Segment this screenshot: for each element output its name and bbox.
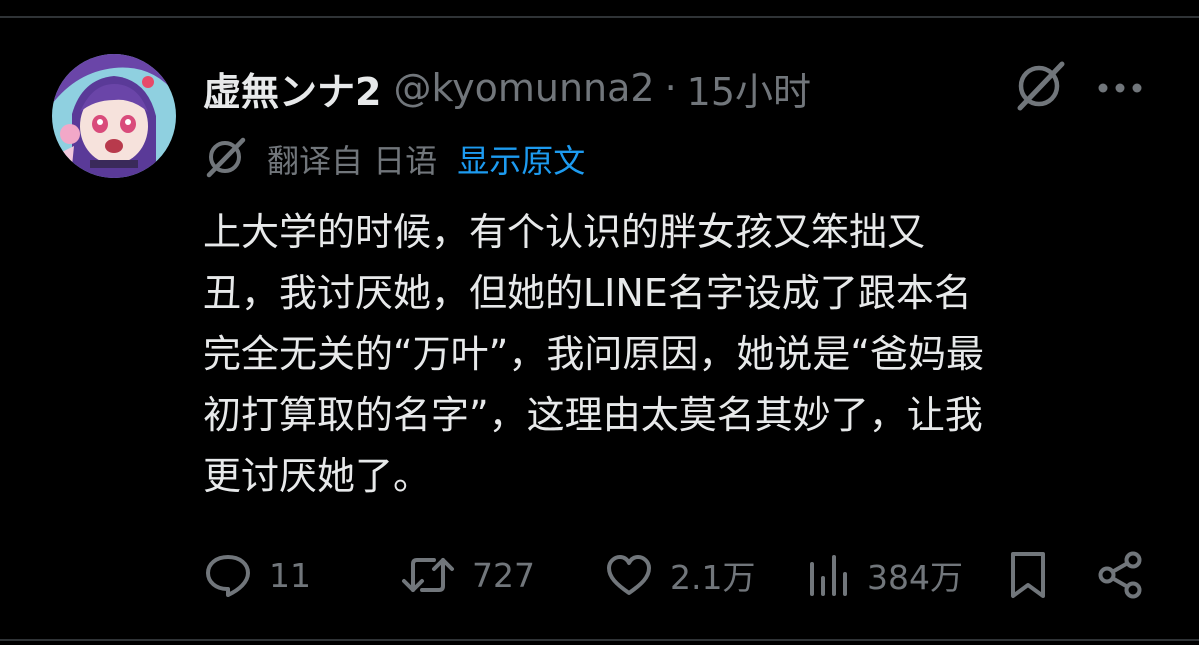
tweet-timestamp[interactable]: 15小时 [687,61,811,116]
tweet-text: 上大学的时候，有个认识的胖女孩又笨拙又 丑，我讨厌她，但她的LINE名字设成了跟… [203,210,985,498]
bookmark-icon [1006,550,1050,600]
author-handle[interactable]: @kyomunna2 [393,66,654,110]
views-button[interactable]: 384万 [805,546,963,604]
more-dots-icon [1097,79,1143,98]
reply-button[interactable]: 11 [203,546,311,604]
heart-icon [604,552,654,598]
author-display-name[interactable]: 虚無ンナ2 [203,61,381,116]
like-button[interactable]: 2.1万 [604,546,755,604]
repost-arrows-icon [400,552,456,598]
grok-button[interactable] [1008,60,1070,116]
bottom-divider [0,639,1199,641]
speech-bubble-icon [203,552,253,598]
bookmark-button[interactable] [1006,546,1050,604]
header-separator: · [664,66,677,110]
tweet-header: 虚無ンナ2 @kyomunna2 · 15小时 [203,62,811,114]
share-icon [1096,550,1146,600]
more-options-button[interactable] [1092,62,1148,114]
translation-row: 翻译自 日语 显示原文 [203,136,585,182]
bar-chart-icon [805,552,851,598]
show-original-link[interactable]: 显示原文 [457,136,585,182]
share-button[interactable] [1096,546,1146,604]
slash-circle-icon [1012,60,1066,116]
translated-from-label: 翻译自 日语 [267,142,438,180]
repost-button[interactable]: 727 [400,546,535,604]
top-divider [0,16,1199,18]
repost-count: 727 [472,555,535,595]
like-count: 2.1万 [670,558,756,597]
translate-icon [203,135,247,183]
avatar[interactable] [52,54,176,178]
reply-count: 11 [269,555,311,595]
view-count: 384万 [867,558,963,597]
action-bar: 11 727 2.1万 384万 [0,546,1199,604]
